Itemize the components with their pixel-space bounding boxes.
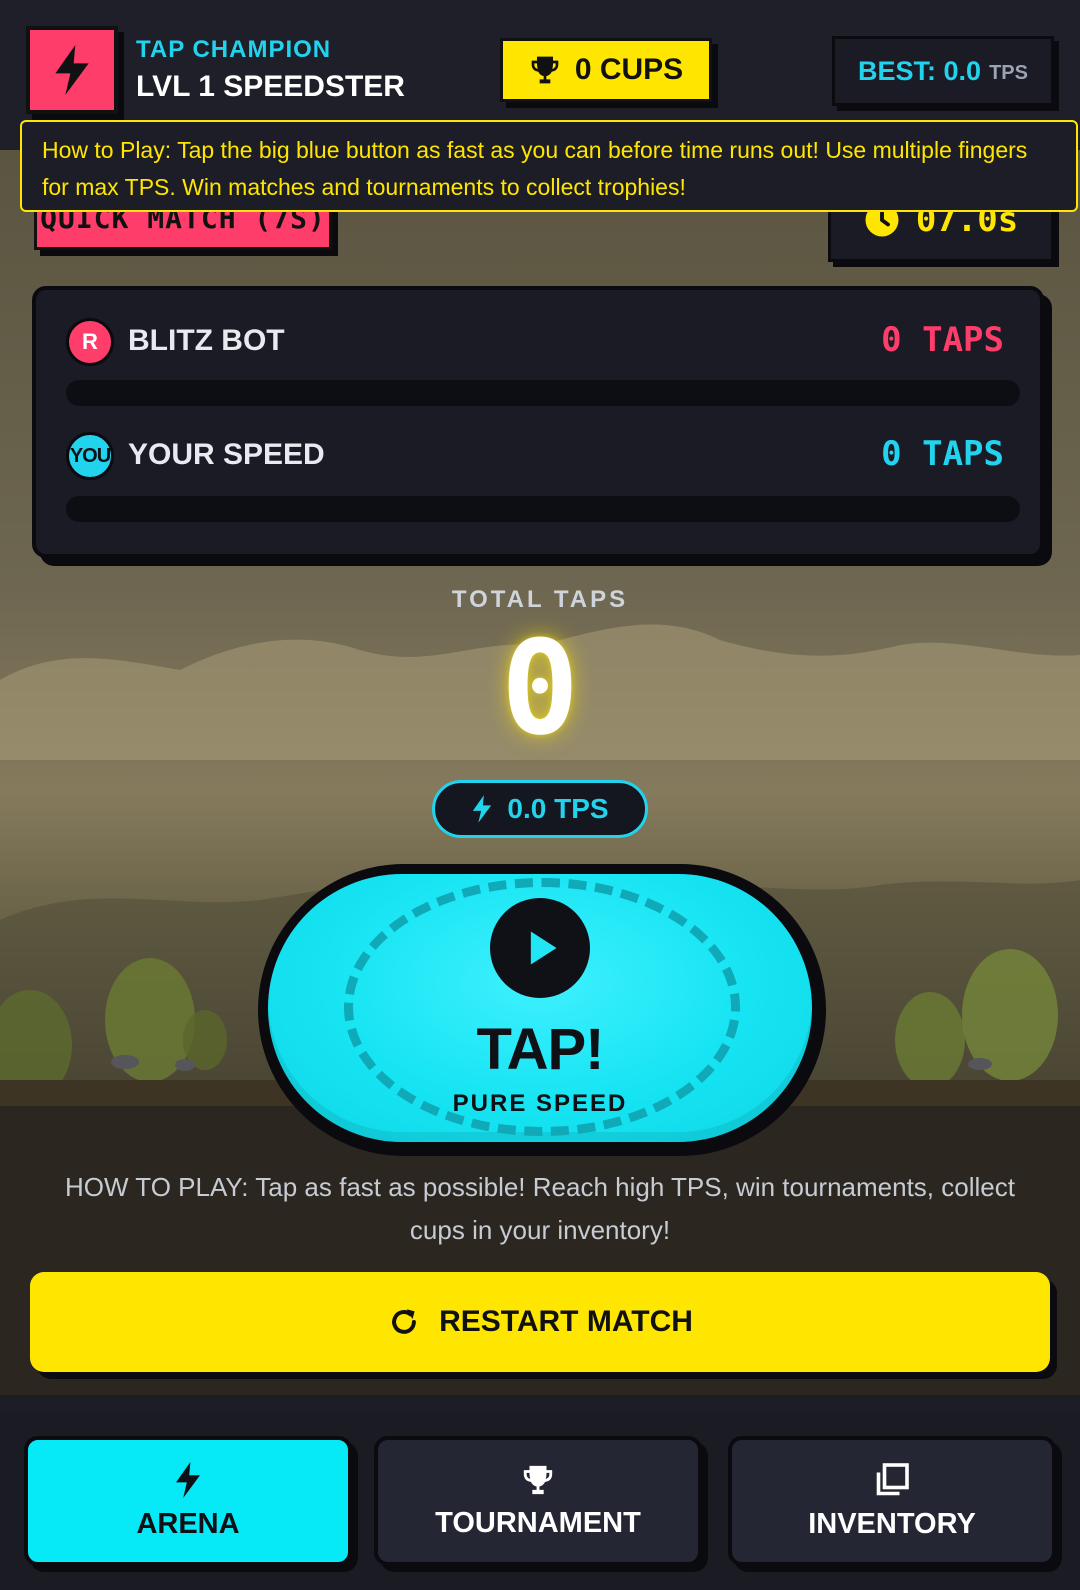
player-avatar: YOU: [66, 432, 114, 480]
cups-count: 0 CUPS: [574, 53, 684, 86]
tap-label: TAP!: [476, 1017, 604, 1082]
nav-tournament-label: TOURNAMENT: [435, 1506, 641, 1539]
inventory-icon: [876, 1462, 909, 1495]
bottom-nav: ARENA TOURNAMENT INVENTORY: [0, 1412, 1080, 1590]
nav-arena-label: ARENA: [136, 1507, 240, 1540]
tap-sublabel: PURE SPEED: [452, 1090, 628, 1117]
tps-indicator: 0.0 TPS: [432, 780, 648, 838]
app-subtitle: TAP CHAMPION: [136, 36, 332, 63]
restart-match-button[interactable]: RESTART MATCH: [30, 1272, 1050, 1372]
total-taps-label: TOTAL TAPS: [451, 586, 629, 613]
cups-badge: 0 CUPS: [500, 38, 712, 102]
lightning-icon: [473, 795, 492, 823]
race-panel: R BLITZ BOT 0 TAPS YOU YOUR SPEED 0 TAPS: [32, 286, 1044, 558]
bot-name: BLITZ BOT: [128, 324, 285, 357]
bot-taps: 0 TAPS: [881, 320, 1004, 360]
bot-avatar: R: [66, 318, 114, 366]
player-progress-track: [66, 496, 1020, 522]
app-logo: [26, 26, 118, 114]
restart-label: RESTART MATCH: [439, 1305, 693, 1338]
best-unit: TPS: [989, 61, 1028, 84]
nav-tournament[interactable]: TOURNAMENT: [374, 1436, 702, 1566]
trophy-icon: [531, 56, 559, 84]
lightning-icon: [176, 1461, 200, 1498]
refresh-icon: [392, 1309, 416, 1334]
best-score: BEST: 0.0: [858, 55, 982, 86]
nav-inventory-label: INVENTORY: [808, 1507, 976, 1540]
play-icon: [490, 898, 590, 998]
total-taps-value: 0: [500, 612, 580, 764]
nav-arena[interactable]: ARENA: [24, 1436, 352, 1566]
tps-value: 0.0 TPS: [507, 793, 609, 824]
level-title: LVL 1 SPEEDSTER: [136, 70, 405, 103]
how-to-play-tooltip: How to Play: Tap the big blue button as …: [20, 120, 1078, 212]
nav-inventory[interactable]: INVENTORY: [728, 1436, 1056, 1566]
player-taps: 0 TAPS: [881, 434, 1004, 474]
best-score-badge: BEST: 0.0 TPS: [832, 36, 1054, 106]
how-to-play-text: HOW TO PLAY: Tap as fast as possible! Re…: [65, 1172, 1015, 1245]
player-name: YOUR SPEED: [128, 438, 325, 471]
bot-progress-track: [66, 380, 1020, 406]
trophy-icon: [523, 1465, 553, 1494]
lightning-icon: [55, 45, 89, 95]
